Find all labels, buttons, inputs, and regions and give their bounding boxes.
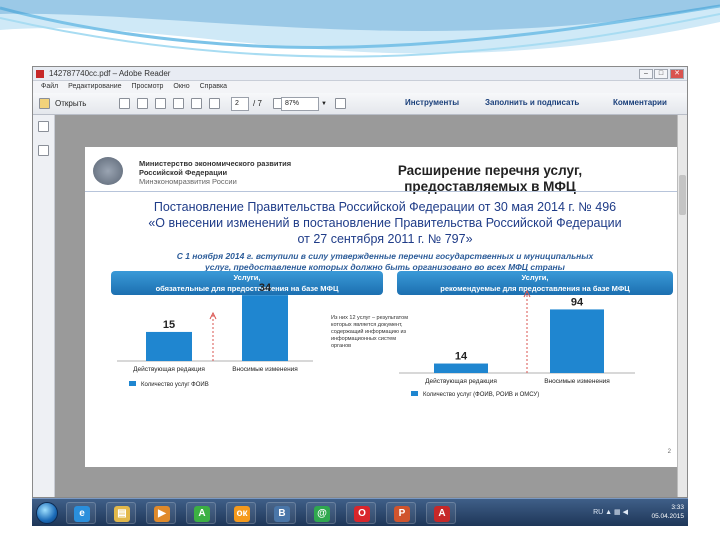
fill-sign-pane-button[interactable]: Заполнить и подписать xyxy=(485,98,579,107)
category-label: Вносимые изменения xyxy=(232,366,298,373)
taskbar-button[interactable]: e xyxy=(66,502,96,524)
email-icon: @ xyxy=(314,506,330,522)
category-label: Вносимые изменения xyxy=(544,378,610,385)
maximize-button[interactable]: □ xyxy=(654,69,668,79)
vk-icon: B xyxy=(274,506,290,522)
next-page-icon[interactable] xyxy=(209,98,220,109)
page-total: / 7 xyxy=(253,99,262,108)
media-player-icon: ▶ xyxy=(154,506,170,522)
network-icon[interactable]: ▦ xyxy=(614,509,621,516)
opera-icon: O xyxy=(354,506,370,522)
acrobat-window: 142787740сс.pdf – Adobe Reader – □ ✕ Фай… xyxy=(32,66,688,498)
menu-view[interactable]: Просмотр xyxy=(131,83,163,90)
bar-value-label: 14 xyxy=(455,351,468,363)
clock[interactable]: 3:33 05.04.2015 xyxy=(651,503,684,521)
print-icon[interactable] xyxy=(155,98,166,109)
menu-window[interactable]: Окно xyxy=(173,83,189,90)
tray-arrow-icon[interactable]: ▲ xyxy=(605,509,612,516)
bar-value-label: 34 xyxy=(259,282,272,294)
taskbar-button[interactable]: O xyxy=(346,502,376,524)
open-folder-icon[interactable] xyxy=(39,98,50,109)
page-thumbnails-icon[interactable] xyxy=(38,121,49,132)
navigation-pane xyxy=(33,115,55,497)
ie-icon: e xyxy=(74,506,90,522)
legend-label: Количество услуг (ФОИВ, РОИВ и ОМСУ) xyxy=(423,392,539,398)
note-text: Из них 12 услуг – результатом которых яв… xyxy=(331,315,408,349)
open-button[interactable]: Открыть xyxy=(55,98,86,110)
clock-time: 3:33 xyxy=(671,504,684,511)
save-icon[interactable] xyxy=(137,98,148,109)
document-viewport[interactable]: Министерство экономического развития Рос… xyxy=(55,115,679,497)
fit-page-icon[interactable] xyxy=(335,98,346,109)
taskbar-button[interactable]: A xyxy=(426,502,456,524)
taskbar-button[interactable]: @ xyxy=(306,502,336,524)
bar xyxy=(146,331,192,361)
category-label: Действующая редакция xyxy=(133,365,205,373)
bar-value-label: 15 xyxy=(163,319,175,331)
taskbar-button[interactable]: ▤ xyxy=(106,502,136,524)
green-a-icon: A xyxy=(194,506,210,522)
bar xyxy=(434,363,488,373)
taskbar-button[interactable]: ▶ xyxy=(146,502,176,524)
language-indicator[interactable]: RU xyxy=(593,509,603,516)
presentation-icon: P xyxy=(394,506,410,522)
bar xyxy=(550,309,604,373)
taskbar-button[interactable]: P xyxy=(386,502,416,524)
system-tray: RU ▲ ▦ ◀ xyxy=(593,508,628,516)
legend-swatch xyxy=(129,381,136,386)
window-title: 142787740сс.pdf – Adobe Reader xyxy=(49,69,171,78)
taskbar-button[interactable]: B xyxy=(266,502,296,524)
close-button[interactable]: ✕ xyxy=(670,69,684,79)
acrobat-icon: A xyxy=(434,506,450,522)
page-number-field[interactable]: 2 xyxy=(231,97,249,111)
category-label: Действующая редакция xyxy=(425,377,497,385)
comments-pane-button[interactable]: Комментарии xyxy=(613,98,667,107)
vertical-scrollbar[interactable] xyxy=(677,115,687,497)
legend-label: Количество услуг ФОИВ xyxy=(141,382,209,388)
zoom-field[interactable]: 87% xyxy=(281,97,319,111)
create-pdf-icon[interactable] xyxy=(119,98,130,109)
menu-file[interactable]: Файл xyxy=(41,83,58,90)
menu-edit[interactable]: Редактирование xyxy=(68,83,121,90)
email-icon[interactable] xyxy=(173,98,184,109)
signatures-icon[interactable] xyxy=(38,145,49,156)
bar xyxy=(242,295,288,361)
adobe-reader-icon xyxy=(36,70,44,78)
legend-swatch xyxy=(411,391,418,396)
screen: 142787740сс.pdf – Adobe Reader – □ ✕ Фай… xyxy=(0,0,720,540)
start-button[interactable] xyxy=(36,502,58,524)
pdf-page: Министерство экономического развития Рос… xyxy=(85,147,679,467)
menu-bar: Файл Редактирование Просмотр Окно Справк… xyxy=(33,81,687,93)
menu-help[interactable]: Справка xyxy=(200,83,227,90)
zoom-dropdown-icon[interactable]: ▼ xyxy=(321,98,327,110)
taskbar-button[interactable]: A xyxy=(186,502,216,524)
toolbar: Открыть 2 / 7 87% ▼ Инструменты Заполнит… xyxy=(33,93,687,115)
odnoklassniki-icon: ок xyxy=(234,506,250,522)
bar-charts: 15 Действующая редакция 34 Вносимые изменен… xyxy=(117,282,635,398)
taskbar-button[interactable]: ок xyxy=(226,502,256,524)
clock-date: 05.04.2015 xyxy=(651,513,684,520)
slide-page-number: 2 xyxy=(667,449,671,455)
scrollbar-thumb[interactable] xyxy=(679,175,686,215)
minimize-button[interactable]: – xyxy=(639,69,653,79)
decorative-wave xyxy=(0,0,720,58)
title-bar: 142787740сс.pdf – Adobe Reader – □ ✕ xyxy=(33,67,687,81)
explorer-icon: ▤ xyxy=(114,506,130,522)
volume-icon[interactable]: ◀ xyxy=(623,509,628,516)
prev-page-icon[interactable] xyxy=(191,98,202,109)
taskbar: e ▤ ▶ Aок B @ O P A RU ▲ ▦ ◀ 3:33 05.04.2015 xyxy=(32,498,688,526)
tools-pane-button[interactable]: Инструменты xyxy=(405,98,459,107)
bar-value-label: 94 xyxy=(571,296,584,308)
